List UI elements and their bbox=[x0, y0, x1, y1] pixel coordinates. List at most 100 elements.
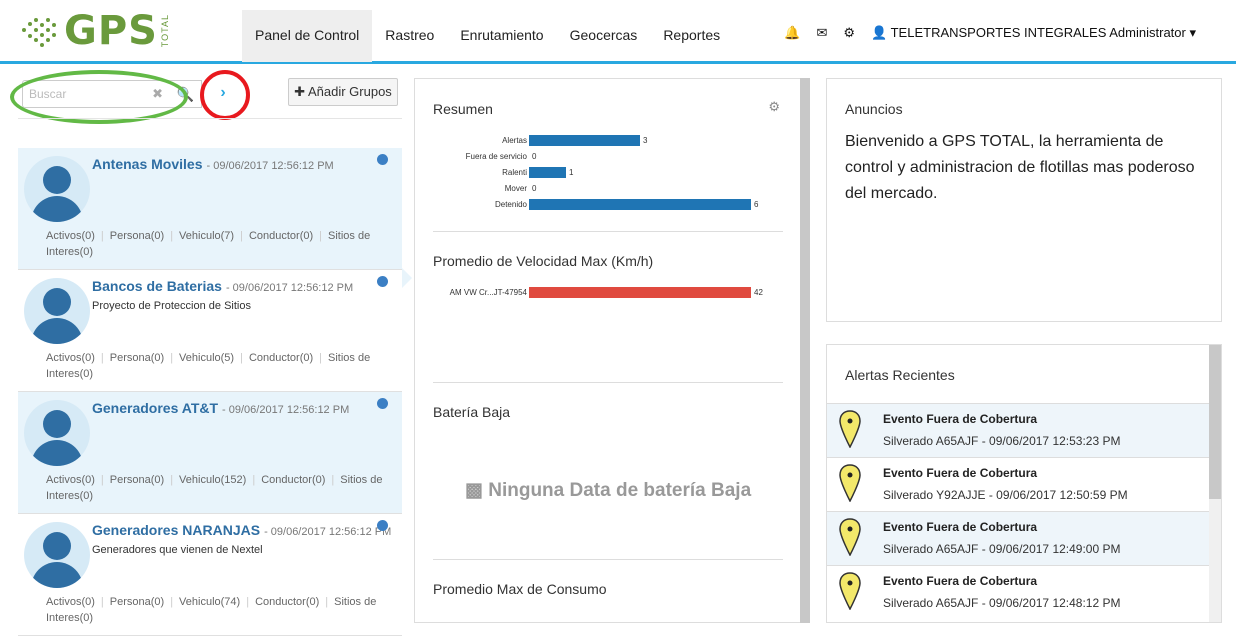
bar[interactable] bbox=[529, 167, 566, 178]
globe-icon[interactable] bbox=[377, 520, 388, 531]
group-item[interactable]: Antenas Moviles - 09/06/2017 12:56:12 PM … bbox=[18, 148, 402, 270]
group-description: Proyecto de Proteccion de Sitios bbox=[92, 300, 251, 312]
velocidad-bar-row: AM VW Cr...JT-47954 42 bbox=[435, 287, 795, 298]
logo-dots-icon bbox=[20, 14, 60, 48]
avatar bbox=[24, 156, 90, 222]
user-label: TELETRANSPORTES INTEGRALES Administrator bbox=[890, 25, 1186, 40]
group-date: - 09/06/2017 12:56:12 PM bbox=[225, 282, 354, 294]
bar-value: 0 bbox=[532, 152, 537, 161]
user-icon: 👤 bbox=[871, 25, 888, 40]
nav-rastreo[interactable]: Rastreo bbox=[372, 10, 447, 62]
resumen-bar-row: Ralenti 1 bbox=[435, 167, 795, 178]
divider bbox=[433, 559, 783, 560]
recent-alerts-panel: Alertas Recientes Evento Fuera de Cobert… bbox=[826, 344, 1222, 623]
avatar bbox=[24, 522, 90, 588]
gear-icon[interactable]: ⚙ bbox=[768, 99, 780, 115]
add-groups-label: Añadir Grupos bbox=[307, 84, 392, 99]
group-item[interactable]: Generadores AT&T - 09/06/2017 12:56:12 PM… bbox=[18, 392, 402, 514]
alert-item[interactable]: Evento Fuera de Cobertura Silverado A65A… bbox=[827, 511, 1211, 565]
alert-item[interactable]: Evento Fuera de Cobertura Silverado Y92A… bbox=[827, 457, 1211, 511]
nav-panel-de-control[interactable]: Panel de Control bbox=[242, 10, 373, 62]
group-stats: Activos(0) | Persona(0) | Vehiculo(7) | Conduc… bbox=[46, 230, 371, 258]
resumen-bar-row: Detenido 6 bbox=[435, 199, 795, 210]
divider bbox=[433, 231, 783, 232]
divider bbox=[433, 382, 783, 383]
alert-detail: Silverado Y92AJJE - 09/06/2017 12:50:59 … bbox=[883, 488, 1128, 502]
nav-geocercas[interactable]: Geocercas bbox=[557, 10, 651, 62]
envelope-icon[interactable]: ✉ bbox=[816, 25, 827, 41]
add-groups-button[interactable]: ✚ Añadir Grupos bbox=[288, 78, 398, 106]
group-item[interactable]: Generadores NARANJAS - 09/06/2017 12:56:1… bbox=[18, 514, 402, 636]
alerts-scrollbar[interactable] bbox=[1209, 345, 1221, 622]
logo-total-text: TOTAL bbox=[159, 14, 170, 48]
dashboard-panel: Resumen ⚙ Alertas 3 Fuera de servicio 0 Rale… bbox=[414, 78, 800, 623]
resumen-bar-row: Mover 0 bbox=[435, 183, 795, 194]
group-item[interactable]: Bancos de Baterias - 09/06/2017 12:56:12 … bbox=[18, 270, 402, 392]
announcements-title: Anuncios bbox=[845, 101, 903, 117]
bar[interactable] bbox=[529, 199, 751, 210]
alert-title: Evento Fuera de Cobertura bbox=[883, 574, 1038, 588]
map-pin-icon bbox=[839, 518, 861, 556]
logo-brand-text: GPS bbox=[64, 8, 158, 54]
bar-value: 42 bbox=[754, 288, 763, 297]
group-date: - 09/06/2017 12:56:12 PM bbox=[222, 404, 350, 416]
consumo-title: Promedio Max de Consumo bbox=[433, 581, 607, 597]
bar-value: 3 bbox=[643, 136, 648, 145]
globe-icon[interactable] bbox=[377, 154, 388, 165]
announcements-panel: Anuncios Bienvenido a GPS TOTAL, la herr… bbox=[826, 78, 1222, 322]
velocidad-title: Promedio de Velocidad Max (Km/h) bbox=[433, 253, 654, 269]
gps-total-logo[interactable]: GPS TOTAL bbox=[20, 8, 170, 54]
group-title[interactable]: Bancos de Baterias - 09/06/2017 12:56:12 … bbox=[92, 278, 353, 294]
alert-title: Evento Fuera de Cobertura bbox=[883, 466, 1038, 480]
groups-sidebar: ✖ 🔍 › ✚ Añadir Grupos Antenas Moviles- 0… bbox=[10, 68, 412, 636]
no-data-message: ▩ Ninguna Data de batería Baja bbox=[465, 480, 752, 501]
group-list: Antenas Moviles - 09/06/2017 12:56:12 PM … bbox=[18, 148, 402, 636]
bar-chart-icon: ▩ bbox=[465, 480, 483, 501]
group-stats: Activos(0) | Persona(0) | Vehiculo(5) | Conduc… bbox=[46, 352, 371, 380]
gear-icon[interactable]: ⚙ bbox=[843, 25, 855, 41]
plus-icon: ✚ bbox=[294, 84, 306, 99]
group-description: Generadores que vienen de Nextel bbox=[92, 544, 263, 556]
globe-icon[interactable] bbox=[377, 398, 388, 409]
group-date: - 09/06/2017 12:56:12 PM bbox=[206, 160, 334, 172]
bar-value: 6 bbox=[754, 200, 759, 209]
bar-value: 1 bbox=[569, 168, 574, 177]
caret-down-icon: ▾ bbox=[1189, 25, 1196, 40]
red-highlight-circle bbox=[200, 70, 250, 120]
group-stats: Activos(0) | Persona(0) | Vehiculo(74) | Condu… bbox=[46, 596, 377, 624]
bar-label: Mover bbox=[504, 184, 527, 193]
announcements-text: Bienvenido a GPS TOTAL, la herramienta d… bbox=[845, 133, 1195, 202]
bar-value: 0 bbox=[532, 184, 537, 193]
nav-reportes[interactable]: Reportes bbox=[650, 10, 733, 62]
alert-title: Evento Fuera de Cobertura bbox=[883, 520, 1038, 534]
group-title[interactable]: Generadores AT&T - 09/06/2017 12:56:12 PM bbox=[92, 400, 349, 416]
globe-icon[interactable] bbox=[377, 276, 388, 287]
alert-item[interactable]: Evento Fuera de Cobertura Silverado A65A… bbox=[827, 403, 1211, 457]
main-nav: Panel de Control Rastreo Enrutamiento Ge… bbox=[242, 10, 733, 62]
alert-detail: Silverado A65AJF - 09/06/2017 12:53:23 P… bbox=[883, 434, 1121, 448]
scrollbar-thumb[interactable] bbox=[1209, 345, 1221, 499]
map-pin-icon bbox=[839, 572, 861, 610]
divider bbox=[18, 118, 402, 119]
user-dropdown[interactable]: 👤 TELETRANSPORTES INTEGRALES Administrat… bbox=[871, 25, 1196, 41]
group-title[interactable]: Antenas Moviles - 09/06/2017 12:56:12 PM bbox=[92, 156, 334, 172]
group-date: - 09/06/2017 12:56:12 PM bbox=[264, 526, 392, 538]
alert-title: Evento Fuera de Cobertura bbox=[883, 412, 1038, 426]
bar[interactable] bbox=[529, 135, 640, 146]
middle-scrollbar[interactable] bbox=[800, 78, 810, 623]
map-pin-icon bbox=[839, 464, 861, 502]
bell-icon[interactable]: 🔔 bbox=[784, 25, 800, 41]
map-pin-icon bbox=[839, 410, 861, 448]
bar[interactable] bbox=[529, 287, 751, 298]
alert-detail: Silverado A65AJF - 09/06/2017 12:48:12 P… bbox=[883, 596, 1121, 610]
alert-detail: Silverado A65AJF - 09/06/2017 12:49:00 P… bbox=[883, 542, 1121, 556]
alert-item[interactable]: Evento Fuera de Cobertura Silverado A65A… bbox=[827, 565, 1211, 619]
resumen-bar-row: Alertas 3 bbox=[435, 135, 795, 146]
nav-enrutamiento[interactable]: Enrutamiento bbox=[447, 10, 556, 62]
group-stats: Activos(0) | Persona(0) | Vehiculo(152) | Cond… bbox=[46, 474, 383, 502]
resumen-bar-row: Fuera de servicio 0 bbox=[435, 151, 795, 162]
group-title[interactable]: Generadores NARANJAS - 09/06/2017 12:56:1… bbox=[92, 522, 391, 538]
bar-label: AM VW Cr...JT-47954 bbox=[449, 288, 527, 297]
alerts-title: Alertas Recientes bbox=[845, 367, 955, 383]
user-menu: 🔔 ✉ ⚙ 👤 TELETRANSPORTES INTEGRALES Admin… bbox=[768, 25, 1196, 41]
